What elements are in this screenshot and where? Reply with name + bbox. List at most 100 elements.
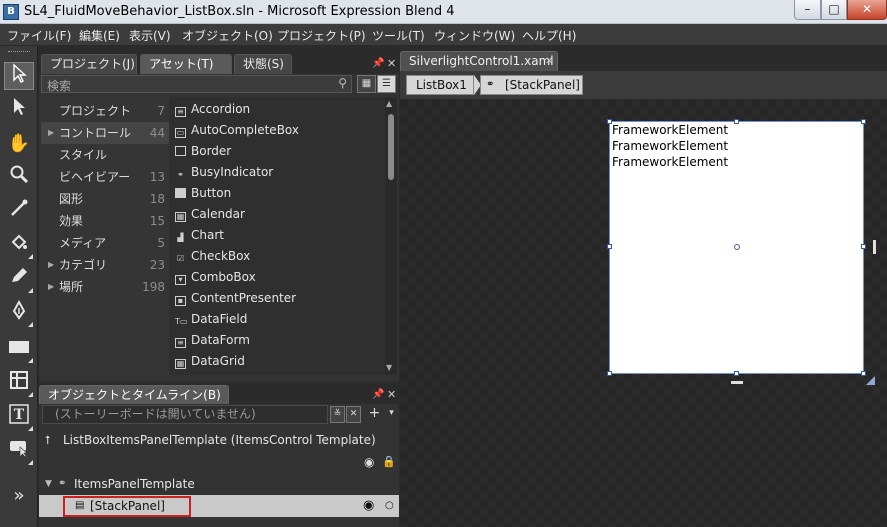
lock-toggle-icon[interactable]: ○	[385, 495, 394, 517]
up-arrow-icon[interactable]: ⭡	[45, 429, 51, 451]
minimize-button[interactable]: –	[794, 0, 821, 20]
menu-edit[interactable]: 編集(E)	[79, 27, 120, 44]
asset-combobox[interactable]: ▾ ComboBox	[175, 267, 256, 288]
close-button[interactable]: ✕	[847, 0, 887, 20]
pan-hand-tool-icon[interactable]: ✋	[4, 130, 34, 158]
storyboard-dropdown-icon[interactable]: ≚	[330, 406, 345, 423]
asset-library-expand-icon[interactable]: »	[4, 482, 34, 510]
panel-close-icon[interactable]: ✕	[387, 57, 396, 70]
asset-border[interactable]: Border	[175, 141, 231, 162]
framework-element-2[interactable]: FrameworkElement	[612, 139, 728, 153]
list-view-icon[interactable]: ☰	[377, 75, 396, 93]
asset-datagrid[interactable]: ▦ DataGrid	[175, 351, 245, 372]
category-controls[interactable]: ▶ コントロール 44	[41, 122, 169, 144]
eye-icon[interactable]: ◉	[363, 495, 374, 517]
resize-handle-bottom-left[interactable]	[607, 371, 612, 376]
category-locations[interactable]: ▶ 場所 198	[41, 276, 169, 298]
direct-selection-tool-icon[interactable]	[4, 96, 34, 124]
category-effects[interactable]: 効果 15	[41, 210, 169, 232]
toolbox-grip[interactable]	[8, 51, 30, 54]
framework-element-3[interactable]: FrameworkElement	[612, 155, 728, 169]
eyedropper-tool-icon[interactable]	[4, 198, 34, 226]
breadcrumb-listbox[interactable]: ListBox1	[406, 75, 474, 95]
category-categories[interactable]: ▶ カテゴリ 23	[41, 254, 169, 276]
storyboard-picker[interactable]: (ストーリーボードは開いていません)	[42, 405, 328, 424]
expand-arrow-icon[interactable]: ▶	[48, 122, 54, 144]
asset-busyindicator[interactable]: ⚭ BusyIndicator	[175, 162, 273, 183]
expand-arrow-icon[interactable]: ▶	[48, 254, 54, 276]
eye-icon[interactable]: ◉	[364, 455, 374, 469]
asset-autocompletebox[interactable]: ▭ AutoCompleteBox	[175, 120, 299, 141]
column-adorner[interactable]	[873, 240, 876, 254]
menu-help[interactable]: ヘルプ(H)	[522, 27, 576, 44]
new-storyboard-icon[interactable]: +	[367, 406, 382, 423]
scrollbar-thumb[interactable]	[388, 114, 394, 180]
resize-handle-right[interactable]	[861, 244, 866, 249]
pin-icon[interactable]: 📌	[372, 58, 384, 69]
category-behaviors[interactable]: ビヘイビアー 13	[41, 166, 169, 188]
framework-element-1[interactable]: FrameworkElement	[612, 123, 728, 137]
tab-assets[interactable]: アセット(T)	[140, 54, 232, 74]
asset-list-scrollbar[interactable]: ▲ ▼	[385, 97, 397, 375]
panel-close-icon[interactable]: ✕	[387, 388, 396, 401]
artboard-resize-grip[interactable]	[866, 376, 875, 385]
breadcrumb-stackpanel[interactable]: ⚭ [StackPanel]	[480, 75, 583, 95]
render-transform-origin[interactable]	[734, 244, 740, 250]
document-close-icon[interactable]: ✕	[545, 52, 553, 71]
maximize-button[interactable]: □	[821, 0, 847, 20]
asset-search-input[interactable]: 検索 ⚲	[41, 75, 352, 93]
objects-timeline-tab[interactable]: オブジェクトとタイムライン(B)	[39, 385, 229, 405]
resize-handle-left[interactable]	[607, 244, 612, 249]
asset-label: DataGrid	[191, 354, 245, 368]
collapse-arrow-icon[interactable]: ▼	[45, 473, 52, 495]
resize-handle-top-right[interactable]	[861, 119, 866, 124]
asset-datafield[interactable]: T▭ DataField	[175, 309, 247, 330]
asset-accordion[interactable]: ≡ Accordion	[175, 99, 250, 120]
lock-icon[interactable]: 🔒	[382, 455, 396, 468]
close-storyboard-icon[interactable]: ✕	[346, 406, 361, 423]
document-tab[interactable]: SilverlightControl1.xaml ✕	[400, 51, 558, 71]
text-tool-icon[interactable]: T	[4, 404, 34, 432]
asset-chart[interactable]: ▟ Chart	[175, 225, 224, 246]
zoom-tool-icon[interactable]	[4, 164, 34, 192]
category-shapes[interactable]: 図形 18	[41, 188, 169, 210]
category-count: 13	[149, 170, 165, 184]
asset-contentpresenter[interactable]: ▪ ContentPresenter	[175, 288, 296, 309]
menu-project[interactable]: プロジェクト(P)	[277, 27, 366, 44]
selection-tool-icon[interactable]	[4, 62, 34, 90]
rectangle-tool-icon[interactable]	[4, 336, 34, 364]
template-root-row[interactable]: ⭡ ListBoxItemsPanelTemplate (ItemsContro…	[39, 429, 399, 451]
scroll-up-icon[interactable]: ▲	[386, 99, 392, 108]
pin-icon[interactable]: 📌	[372, 389, 384, 400]
row-adorner[interactable]	[731, 381, 743, 384]
expand-arrow-icon[interactable]: ▶	[48, 276, 54, 298]
menu-tools[interactable]: ツール(T)	[372, 27, 425, 44]
asset-calendar[interactable]: ▦ Calendar	[175, 204, 245, 225]
control-tool-icon[interactable]	[4, 438, 34, 466]
tab-states[interactable]: 状態(S)	[234, 54, 292, 74]
grid-layout-tool-icon[interactable]	[4, 370, 34, 398]
grid-view-icon[interactable]: ▦	[357, 75, 376, 93]
asset-dataform[interactable]: ≡ DataForm	[175, 330, 250, 351]
resize-handle-top[interactable]	[734, 119, 739, 124]
menu-view[interactable]: 表示(V)	[129, 27, 171, 44]
category-styles[interactable]: スタイル	[41, 144, 169, 166]
brush-transform-tool-icon[interactable]	[4, 266, 34, 294]
paint-bucket-tool-icon[interactable]	[4, 232, 34, 260]
storyboard-options-icon[interactable]: ▾	[384, 406, 399, 423]
menu-object[interactable]: オブジェクト(O)	[182, 27, 273, 44]
scroll-down-icon[interactable]: ▼	[386, 363, 392, 372]
category-media[interactable]: メディア 5	[41, 232, 169, 254]
asset-checkbox[interactable]: ☑ CheckBox	[175, 246, 250, 267]
asset-button[interactable]: Button	[175, 183, 231, 204]
resize-handle-top-left[interactable]	[607, 119, 612, 124]
items-panel-label: ItemsPanelTemplate	[74, 477, 195, 491]
items-panel-row[interactable]: ▼ ⚭ ItemsPanelTemplate	[39, 473, 399, 495]
menu-window[interactable]: ウィンドウ(W)	[434, 27, 515, 44]
asset-label: AutoCompleteBox	[191, 123, 299, 137]
tab-project[interactable]: プロジェクト(J)	[41, 54, 137, 74]
menu-file[interactable]: ファイル(F)	[7, 27, 71, 44]
resize-handle-bottom[interactable]	[734, 371, 739, 376]
pen-tool-icon[interactable]	[4, 299, 34, 328]
category-project[interactable]: プロジェクト 7	[41, 100, 169, 122]
